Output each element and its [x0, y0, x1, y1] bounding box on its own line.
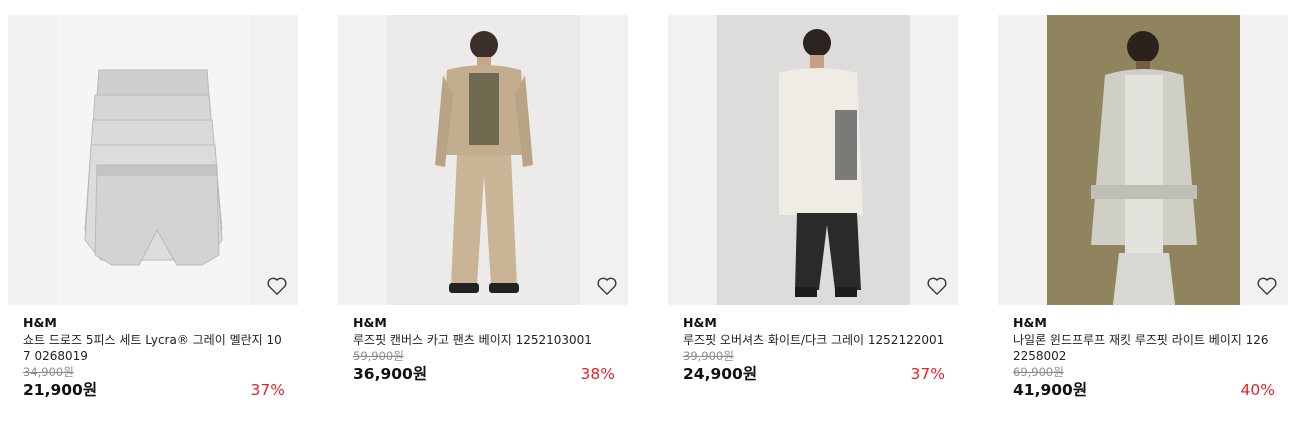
- discount-rate: 40%: [1240, 381, 1275, 399]
- price-row: 41,900원 40%: [1013, 380, 1275, 402]
- brand-name: H&M: [353, 315, 387, 330]
- product-photo-overshirt: [717, 15, 910, 305]
- product-info: H&M 나일론 윈드프루프 재킷 루즈핏 라이트 베이지 126 2258002…: [1013, 315, 1275, 402]
- wishlist-heart-icon[interactable]: [1256, 276, 1278, 296]
- sale-price: 41,900원: [1013, 381, 1088, 399]
- product-image[interactable]: [8, 15, 298, 305]
- brand-name: H&M: [683, 315, 717, 330]
- price-row: 36,900원 38%: [353, 364, 615, 386]
- sale-price: 36,900원: [353, 365, 428, 383]
- brand-name: H&M: [23, 315, 57, 330]
- original-price: 34,900원: [23, 365, 74, 379]
- product-card[interactable]: H&M 루즈핏 오버셔츠 화이트/다크 그레이 1252122001 39,90…: [668, 15, 958, 435]
- product-title[interactable]: 루즈핏 캔버스 카고 팬츠 베이지 1252103001: [353, 332, 615, 348]
- discount-rate: 37%: [250, 381, 285, 399]
- product-image[interactable]: [668, 15, 958, 305]
- product-photo-cargo-pants: [387, 15, 580, 305]
- sale-price: 24,900원: [683, 365, 758, 383]
- original-price: 59,900원: [353, 349, 404, 363]
- discount-rate: 37%: [910, 365, 945, 383]
- product-title[interactable]: 쇼트 드로즈 5피스 세트 Lycra® 그레이 멜란지 107 0268019: [23, 332, 285, 364]
- product-info: H&M 쇼트 드로즈 5피스 세트 Lycra® 그레이 멜란지 107 026…: [23, 315, 285, 402]
- product-photo-windproof-jacket: [1047, 15, 1240, 305]
- product-card[interactable]: H&M 루즈핏 캔버스 카고 팬츠 베이지 1252103001 59,900원…: [338, 15, 628, 435]
- product-title[interactable]: 루즈핏 오버셔츠 화이트/다크 그레이 1252122001: [683, 332, 945, 348]
- product-card[interactable]: H&M 나일론 윈드프루프 재킷 루즈핏 라이트 베이지 126 2258002…: [998, 15, 1288, 435]
- product-image[interactable]: [338, 15, 628, 305]
- brand-name: H&M: [1013, 315, 1047, 330]
- wishlist-heart-icon[interactable]: [926, 276, 948, 296]
- wishlist-heart-icon[interactable]: [266, 276, 288, 296]
- original-price: 39,900원: [683, 349, 734, 363]
- product-photo-boxer-briefs: [57, 15, 250, 305]
- wishlist-heart-icon[interactable]: [596, 276, 618, 296]
- product-card[interactable]: H&M 쇼트 드로즈 5피스 세트 Lycra® 그레이 멜란지 107 026…: [8, 15, 298, 435]
- sale-price: 21,900원: [23, 381, 98, 399]
- price-row: 24,900원 37%: [683, 364, 945, 386]
- discount-rate: 38%: [580, 365, 615, 383]
- original-price: 69,900원: [1013, 365, 1064, 379]
- product-image[interactable]: [998, 15, 1288, 305]
- product-info: H&M 루즈핏 오버셔츠 화이트/다크 그레이 1252122001 39,90…: [683, 315, 945, 386]
- product-title[interactable]: 나일론 윈드프루프 재킷 루즈핏 라이트 베이지 126 2258002: [1013, 332, 1275, 364]
- price-row: 21,900원 37%: [23, 380, 285, 402]
- product-info: H&M 루즈핏 캔버스 카고 팬츠 베이지 1252103001 59,900원…: [353, 315, 615, 386]
